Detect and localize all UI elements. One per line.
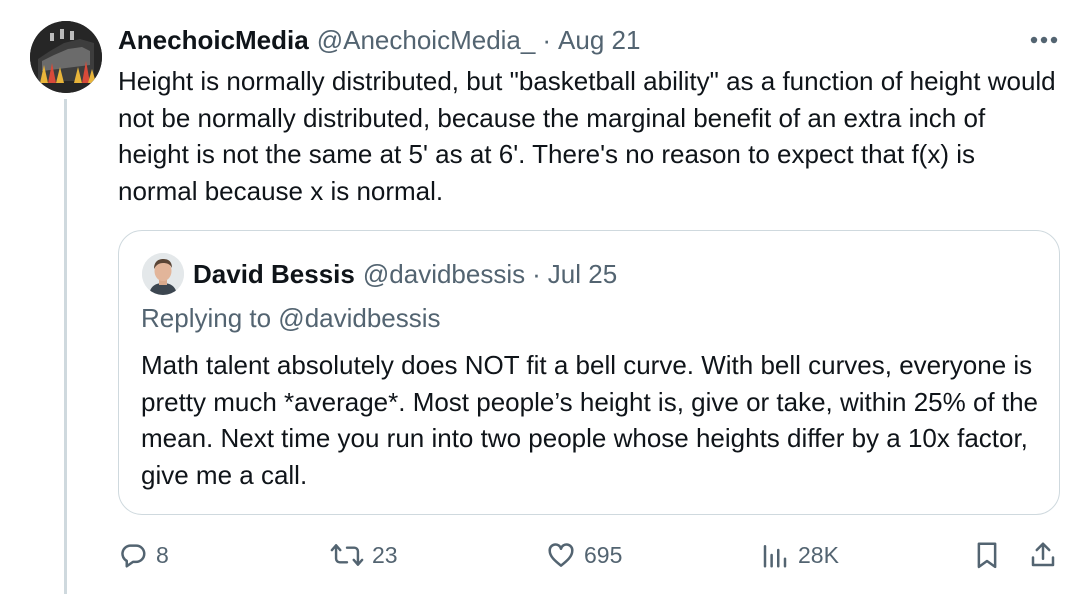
separator-dot: · <box>532 258 541 289</box>
separator-dot: · <box>542 24 552 55</box>
quoted-text: Math talent absolutely does NOT fit a be… <box>141 350 1039 490</box>
views-button[interactable]: 28K <box>760 530 839 580</box>
share-button[interactable] <box>1028 530 1058 580</box>
repost-button[interactable]: 23 <box>330 530 398 580</box>
quoted-author-avatar[interactable] <box>142 253 184 295</box>
tweet: AnechoicMedia @AnechoicMedia_ · Aug 21 H… <box>0 0 1089 594</box>
quoted-header: David Bessis @davidbessis · Jul 25 <box>193 257 617 291</box>
analytics-bars-icon <box>763 545 787 568</box>
view-count: 28K <box>798 541 839 568</box>
replying-to: Replying to @davidbessis <box>141 303 441 333</box>
more-button[interactable] <box>1026 24 1062 56</box>
quoted-author-handle[interactable]: @davidbessis <box>363 259 525 290</box>
person-photo-icon <box>142 253 184 295</box>
tweet-text: Height is normally distributed, but "bas… <box>118 66 1056 206</box>
like-button[interactable]: 695 <box>546 530 622 580</box>
reply-count: 8 <box>156 541 169 568</box>
reply-button[interactable]: 8 <box>118 530 169 580</box>
like-count: 695 <box>584 541 623 568</box>
anechoic-logo-icon <box>30 21 102 93</box>
quoted-date[interactable]: Jul 25 <box>548 259 617 290</box>
repost-count: 23 <box>372 541 398 568</box>
thread-line <box>64 99 67 594</box>
heart-icon <box>548 543 574 567</box>
bookmark-button[interactable] <box>972 530 1002 580</box>
repost-arrows-icon <box>330 544 364 566</box>
share-upload-icon <box>1031 542 1055 567</box>
author-handle[interactable]: @AnechoicMedia_ <box>317 25 536 56</box>
action-bar: 8 23 695 28K <box>0 530 1089 580</box>
more-horizontal-icon <box>1030 36 1058 44</box>
bookmark-icon <box>977 542 997 569</box>
author-avatar[interactable] <box>30 21 102 93</box>
tweet-header: AnechoicMedia @AnechoicMedia_ · Aug 21 <box>118 22 640 58</box>
quoted-tweet-card[interactable]: David Bessis @davidbessis · Jul 25 Reply… <box>118 230 1060 515</box>
author-name[interactable]: AnechoicMedia <box>118 25 309 56</box>
tweet-date[interactable]: Aug 21 <box>558 25 640 56</box>
quoted-author-name[interactable]: David Bessis <box>193 259 355 290</box>
reply-bubble-icon <box>121 544 146 568</box>
